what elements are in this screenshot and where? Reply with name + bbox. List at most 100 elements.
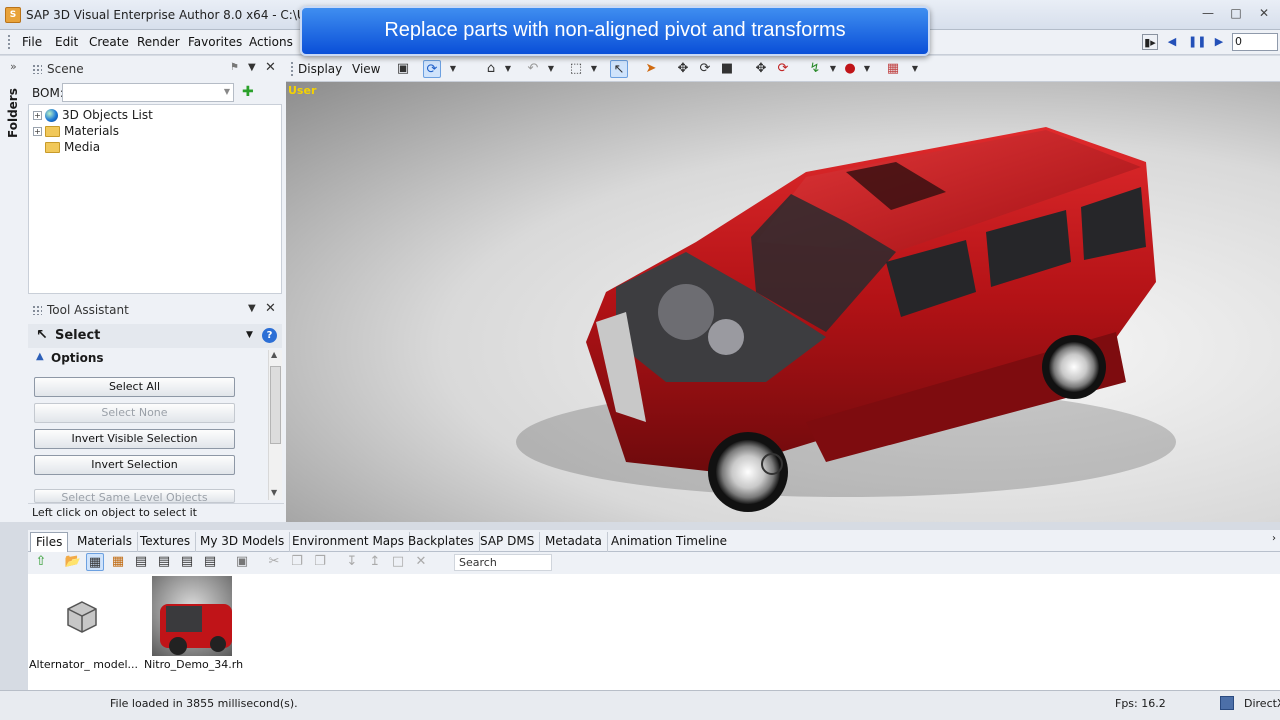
transform-icon[interactable]: ↯ <box>806 60 824 78</box>
view-table-icon[interactable]: ▤ <box>201 553 219 571</box>
tab-environment-maps[interactable]: Environment Maps <box>287 532 411 552</box>
tree-item-3d-objects[interactable]: + 3D Objects List <box>33 107 153 123</box>
zoom-fit-icon[interactable]: ▣ <box>394 60 412 78</box>
frame-input[interactable]: 0 <box>1232 33 1278 51</box>
dropdown-icon[interactable]: ▼ <box>499 60 517 78</box>
grid-icon[interactable]: ▦ <box>884 60 902 78</box>
rotate-pivot-icon[interactable]: ⟳ <box>774 60 792 78</box>
tab-materials[interactable]: Materials <box>72 532 139 552</box>
help-icon[interactable]: ? <box>262 328 277 343</box>
bom-label: BOM: <box>32 86 64 100</box>
select-none-button[interactable]: Select None <box>34 403 235 423</box>
close-tool-assistant-icon[interactable]: ✕ <box>265 301 276 316</box>
collapse-icon[interactable]: ▲ <box>36 351 44 362</box>
options-section[interactable]: ▲ Options <box>28 350 282 368</box>
menu-edit[interactable]: Edit <box>55 35 78 49</box>
pan-icon[interactable]: ➤ <box>642 60 660 78</box>
play-icon[interactable]: ▶ <box>1211 34 1227 50</box>
export-icon[interactable]: ↥ <box>366 553 384 571</box>
copy-icon[interactable]: ❐ <box>288 553 306 571</box>
file-item[interactable] <box>42 576 122 656</box>
move-icon[interactable]: ✥ <box>674 60 692 78</box>
dropdown-icon[interactable]: ▼ <box>906 60 924 78</box>
3d-viewport[interactable]: User <box>286 82 1280 522</box>
undo-icon[interactable]: ↶ <box>524 60 542 78</box>
close-scene-icon[interactable]: ✕ <box>265 60 276 75</box>
select-same-level-button[interactable]: Select Same Level Objects <box>34 489 235 503</box>
step-back-icon[interactable]: ◀ <box>1164 34 1180 50</box>
maximize-button[interactable]: □ <box>1224 4 1248 22</box>
view-medium-icon[interactable]: ▦ <box>109 553 127 571</box>
tab-textures[interactable]: Textures <box>135 532 197 552</box>
dropdown-icon[interactable]: ▼ <box>542 60 560 78</box>
invert-selection-button[interactable]: Invert Selection <box>34 455 235 475</box>
paste-icon[interactable]: ❐ <box>311 553 329 571</box>
view-large-icon[interactable]: ▦ <box>86 553 104 571</box>
file-item[interactable] <box>152 576 232 656</box>
bom-select[interactable]: ▼ <box>62 83 234 102</box>
view-details-icon[interactable]: ▤ <box>178 553 196 571</box>
pin-icon[interactable]: ⚑ <box>230 62 239 73</box>
delete-icon[interactable]: ✕ <box>412 553 430 571</box>
select-arrow-icon[interactable]: ↖ <box>610 60 628 78</box>
orbit-icon[interactable]: ⟳ <box>423 60 441 78</box>
scale-icon[interactable]: ■ <box>718 60 736 78</box>
expand-tabs-icon[interactable]: › <box>1272 533 1276 544</box>
view-small-icon[interactable]: ▤ <box>132 553 150 571</box>
panel-menu-icon[interactable]: ▼ <box>248 303 256 314</box>
tool-assistant-scrollbar[interactable]: ▲ ▼ <box>268 350 282 500</box>
add-bom-icon[interactable]: ✚ <box>242 84 254 100</box>
tree-item-materials[interactable]: + Materials <box>33 123 119 139</box>
minimize-button[interactable]: — <box>1196 4 1220 22</box>
import-icon[interactable]: ↧ <box>343 553 361 571</box>
view-list-icon[interactable]: ▤ <box>155 553 173 571</box>
search-input[interactable]: Search <box>454 554 552 571</box>
status-message: File loaded in 3855 millisecond(s). <box>110 697 298 710</box>
go-to-start-icon[interactable]: ▮▸ <box>1142 34 1158 50</box>
scroll-up-icon[interactable]: ▲ <box>271 350 277 359</box>
menu-file[interactable]: File <box>22 35 42 49</box>
folders-tab[interactable]: Folders <box>4 62 24 182</box>
display-menu[interactable]: Display <box>298 59 342 79</box>
up-folder-icon[interactable]: ⇧ <box>32 553 50 571</box>
dropdown-icon[interactable]: ▼ <box>858 60 876 78</box>
tab-metadata[interactable]: Metadata <box>540 532 608 552</box>
tab-sap-dms[interactable]: SAP DMS <box>475 532 541 552</box>
pause-icon[interactable]: ❚❚ <box>1188 34 1206 50</box>
close-button[interactable]: ✕ <box>1252 4 1276 22</box>
tab-backplates[interactable]: Backplates <box>403 532 480 552</box>
cut-icon[interactable]: ✂ <box>265 553 283 571</box>
rectangle-select-icon[interactable]: ⬚ <box>567 60 585 78</box>
tool-hint: Left click on object to select it <box>28 503 284 521</box>
tab-files[interactable]: Files <box>30 532 69 552</box>
menu-render[interactable]: Render <box>137 35 180 49</box>
tool-menu-icon[interactable]: ▼ <box>246 330 253 340</box>
tab-my-3d-models[interactable]: My 3D Models <box>195 532 291 552</box>
tab-animation-timeline[interactable]: Animation Timeline <box>606 532 732 552</box>
scroll-thumb[interactable] <box>270 366 281 444</box>
dropdown-icon[interactable]: ▼ <box>444 60 462 78</box>
rotate-icon[interactable]: ⟳ <box>696 60 714 78</box>
menu-actions[interactable]: Actions <box>249 35 293 49</box>
home-icon[interactable]: ⌂ <box>482 60 500 78</box>
move-pivot-icon[interactable]: ✥ <box>752 60 770 78</box>
menu-create[interactable]: Create <box>89 35 129 49</box>
tree-item-media[interactable]: Media <box>45 139 100 155</box>
scroll-down-icon[interactable]: ▼ <box>271 488 277 497</box>
folders-tab-label: Folders <box>6 88 20 138</box>
expand-icon[interactable]: + <box>33 110 42 120</box>
invert-visible-selection-button[interactable]: Invert Visible Selection <box>34 429 235 449</box>
select-all-button[interactable]: Select All <box>34 377 235 397</box>
dropdown-icon[interactable]: ▼ <box>585 60 603 78</box>
new-file-icon[interactable]: □ <box>389 553 407 571</box>
car-model[interactable] <box>286 82 1280 522</box>
expand-icon[interactable]: + <box>33 126 42 136</box>
open-folder-icon[interactable]: 📂 <box>64 553 82 571</box>
render-icon[interactable]: ● <box>841 60 859 78</box>
menu-favorites[interactable]: Favorites <box>188 35 242 49</box>
view-menu[interactable]: View <box>352 59 380 79</box>
dropdown-icon[interactable]: ▼ <box>824 60 842 78</box>
thumbnails-icon[interactable]: ▣ <box>233 553 251 571</box>
panel-menu-icon[interactable]: ▼ <box>248 62 256 73</box>
tree-item-label: Media <box>64 140 101 154</box>
